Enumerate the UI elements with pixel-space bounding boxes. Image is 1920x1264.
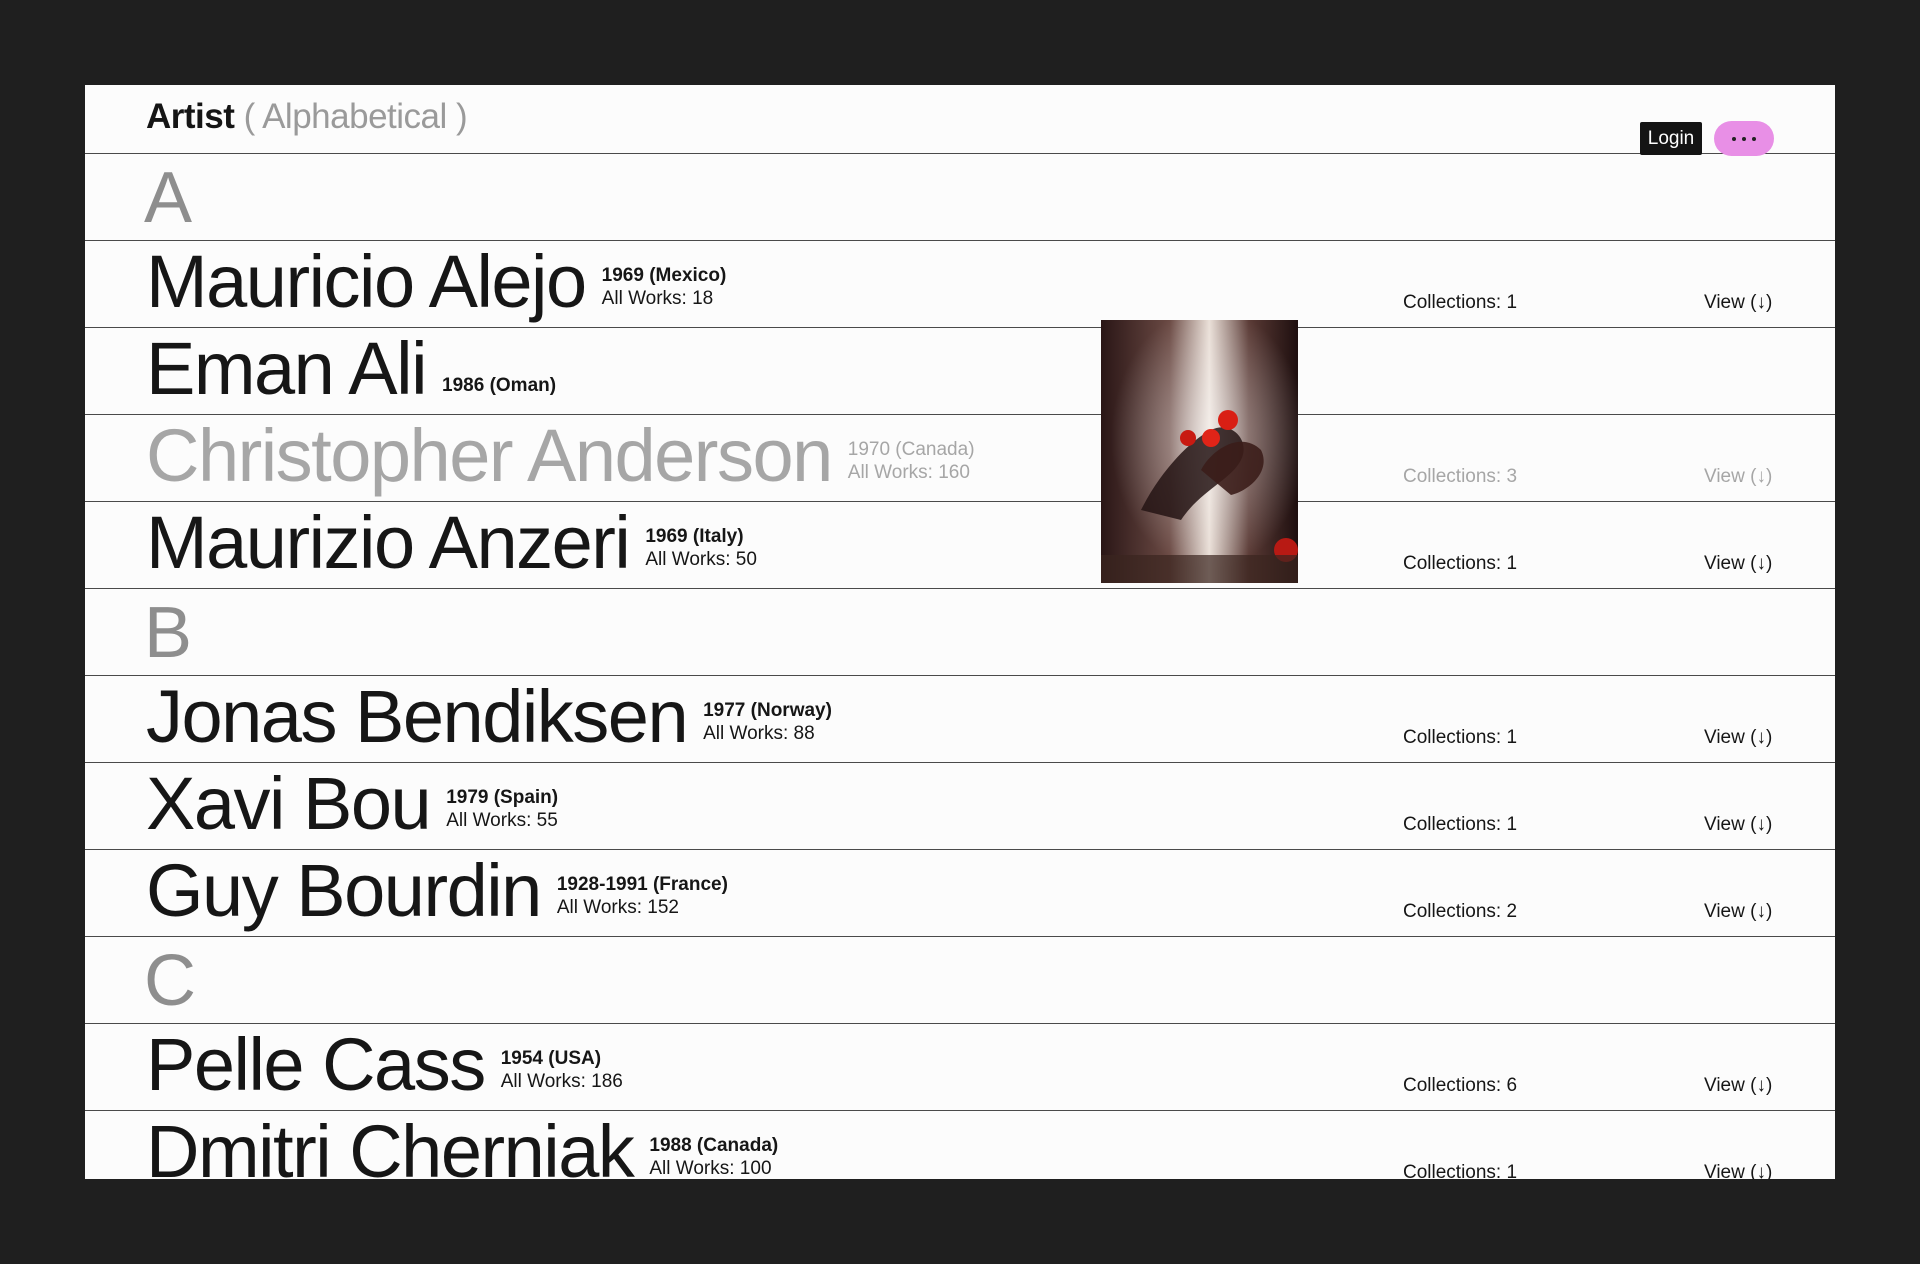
artist-row[interactable]: Mauricio Alejo 1969 (Mexico) All Works: 18…: [85, 241, 1835, 328]
collections-count: Collections: 1: [1403, 727, 1518, 748]
artist-years-country: 1988 (Canada): [649, 1135, 779, 1156]
artist-name-group: Maurizio Anzeri 1969 (Italy) All Works: 50: [146, 506, 757, 580]
artist-row[interactable]: Xavi Bou 1979 (Spain) All Works: 55 Collect…: [85, 763, 1835, 850]
artist-name[interactable]: Jonas Bendiksen: [146, 680, 689, 754]
artist-row[interactable]: Dmitri Cherniak 1988 (Canada) All Works: 1…: [85, 1111, 1835, 1180]
collections-count: Collections: 1: [1403, 814, 1518, 835]
artist-name-group: Mauricio Alejo 1969 (Mexico) All Works: 18: [146, 245, 726, 319]
artist-meta: 1969 (Mexico) All Works: 18: [602, 264, 727, 319]
more-dots-icon: [1732, 136, 1736, 141]
artist-years-country: 1979 (Spain): [446, 787, 559, 808]
section-letter: C: [144, 941, 196, 1021]
artist-works-count: All Works: 88: [703, 723, 815, 744]
artist-name-group: Eman Ali 1986 (Oman): [146, 332, 556, 406]
artist-name-group: Pelle Cass 1954 (USA) All Works: 186: [146, 1028, 623, 1102]
letter-section-header: B: [85, 589, 1835, 676]
artist-years-country: 1969 (Mexico): [601, 265, 727, 286]
artist-works-count: All Works: 100: [649, 1158, 772, 1179]
artist-meta: 1988 (Canada) All Works: 100: [649, 1134, 778, 1179]
artist-name[interactable]: Christopher Anderson: [146, 419, 833, 493]
letter-section-header: A: [85, 154, 1835, 241]
collections-count: Collections: 3: [1403, 466, 1518, 487]
artist-name-group: Guy Bourdin 1928-1991 (France) All Works: …: [146, 854, 728, 928]
artist-works-count: All Works: 55: [446, 810, 558, 831]
view-button[interactable]: View (↓): [1704, 814, 1772, 836]
artist-name-group: Dmitri Cherniak 1988 (Canada) All Works: 1…: [146, 1115, 778, 1180]
artist-row[interactable]: Christopher Anderson 1970 (Canada) All Wor…: [85, 415, 1835, 502]
artist-meta: 1986 (Oman): [442, 374, 556, 406]
artist-meta: 1954 (USA) All Works: 186: [501, 1047, 623, 1102]
artist-list: A Mauricio Alejo 1969 (Mexico) All Works: 1…: [85, 154, 1835, 1179]
login-button[interactable]: Login: [1640, 122, 1702, 155]
artist-name[interactable]: Maurizio Anzeri: [146, 506, 631, 580]
artist-years-country: 1928-1991 (France): [556, 874, 728, 895]
artist-works-count: All Works: 50: [645, 549, 757, 570]
artist-row[interactable]: Maurizio Anzeri 1969 (Italy) All Works: 50…: [85, 502, 1835, 589]
artist-meta: 1977 (Norway) All Works: 88: [703, 699, 832, 754]
artist-works-count: All Works: 152: [556, 897, 679, 918]
collections-count: Collections: 6: [1403, 1075, 1518, 1096]
artist-name-group: Jonas Bendiksen 1977 (Norway) All Works: 8…: [146, 680, 832, 754]
section-letter: B: [144, 593, 193, 673]
header: Artist ( Alphabetical ) Login: [85, 85, 1835, 156]
collections-count: Collections: 2: [1403, 901, 1518, 922]
artist-row[interactable]: Eman Ali 1986 (Oman): [85, 328, 1835, 415]
artist-meta: 1979 (Spain) All Works: 55: [446, 786, 558, 841]
artist-name-group: Xavi Bou 1979 (Spain) All Works: 55: [146, 767, 558, 841]
artist-years-country: 1954 (USA): [500, 1048, 602, 1069]
artist-years-country: 1970 (Canada): [847, 439, 975, 460]
view-button[interactable]: View (↓): [1704, 1075, 1772, 1097]
page-title: Artist ( Alphabetical ): [146, 97, 468, 137]
artist-name[interactable]: Mauricio Alejo: [146, 245, 587, 319]
artist-name-group: Christopher Anderson 1970 (Canada) All Wor…: [146, 419, 975, 493]
artist-years-country: 1969 (Italy): [645, 526, 744, 547]
artist-name[interactable]: Xavi Bou: [146, 767, 432, 841]
view-button[interactable]: View (↓): [1704, 727, 1772, 749]
artwork-preview-graphic: [1101, 320, 1298, 583]
page-title-text: Artist: [146, 97, 235, 136]
artist-name[interactable]: Pelle Cass: [146, 1028, 486, 1102]
sort-label[interactable]: ( Alphabetical ): [244, 97, 468, 136]
artist-meta: 1970 (Canada) All Works: 160: [848, 438, 975, 493]
view-button[interactable]: View (↓): [1704, 292, 1772, 314]
collections-count: Collections: 1: [1403, 292, 1518, 313]
artist-meta: 1928-1991 (France) All Works: 152: [557, 873, 728, 928]
view-button[interactable]: View (↓): [1704, 1162, 1772, 1179]
artwork-preview-image: [1101, 320, 1298, 583]
more-menu-button[interactable]: [1714, 121, 1774, 156]
view-button[interactable]: View (↓): [1704, 553, 1772, 575]
artist-row[interactable]: Guy Bourdin 1928-1991 (France) All Works: …: [85, 850, 1835, 937]
artist-works-count: All Works: 18: [601, 288, 714, 309]
artist-works-count: All Works: 160: [847, 462, 970, 483]
artist-years-country: 1986 (Oman): [442, 375, 557, 396]
section-letter: A: [144, 158, 193, 238]
artist-meta: 1969 (Italy) All Works: 50: [645, 525, 757, 580]
artist-name[interactable]: Eman Ali: [146, 332, 428, 406]
artist-name[interactable]: Dmitri Cherniak: [146, 1115, 635, 1180]
collections-count: Collections: 1: [1403, 553, 1518, 574]
view-button[interactable]: View (↓): [1704, 466, 1772, 488]
collections-count: Collections: 1: [1403, 1162, 1518, 1179]
artist-name[interactable]: Guy Bourdin: [146, 854, 542, 928]
artist-years-country: 1977 (Norway): [703, 700, 832, 721]
view-button[interactable]: View (↓): [1704, 901, 1772, 923]
artist-row[interactable]: Pelle Cass 1954 (USA) All Works: 186 Collec…: [85, 1024, 1835, 1111]
artist-index-page: Artist ( Alphabetical ) Login A Mauricio …: [85, 85, 1835, 1179]
artist-works-count: All Works: 186: [500, 1071, 623, 1092]
more-dots-icon: [1742, 136, 1746, 141]
letter-section-header: C: [85, 937, 1835, 1024]
artist-row[interactable]: Jonas Bendiksen 1977 (Norway) All Works: 8…: [85, 676, 1835, 763]
more-dots-icon: [1752, 136, 1756, 141]
